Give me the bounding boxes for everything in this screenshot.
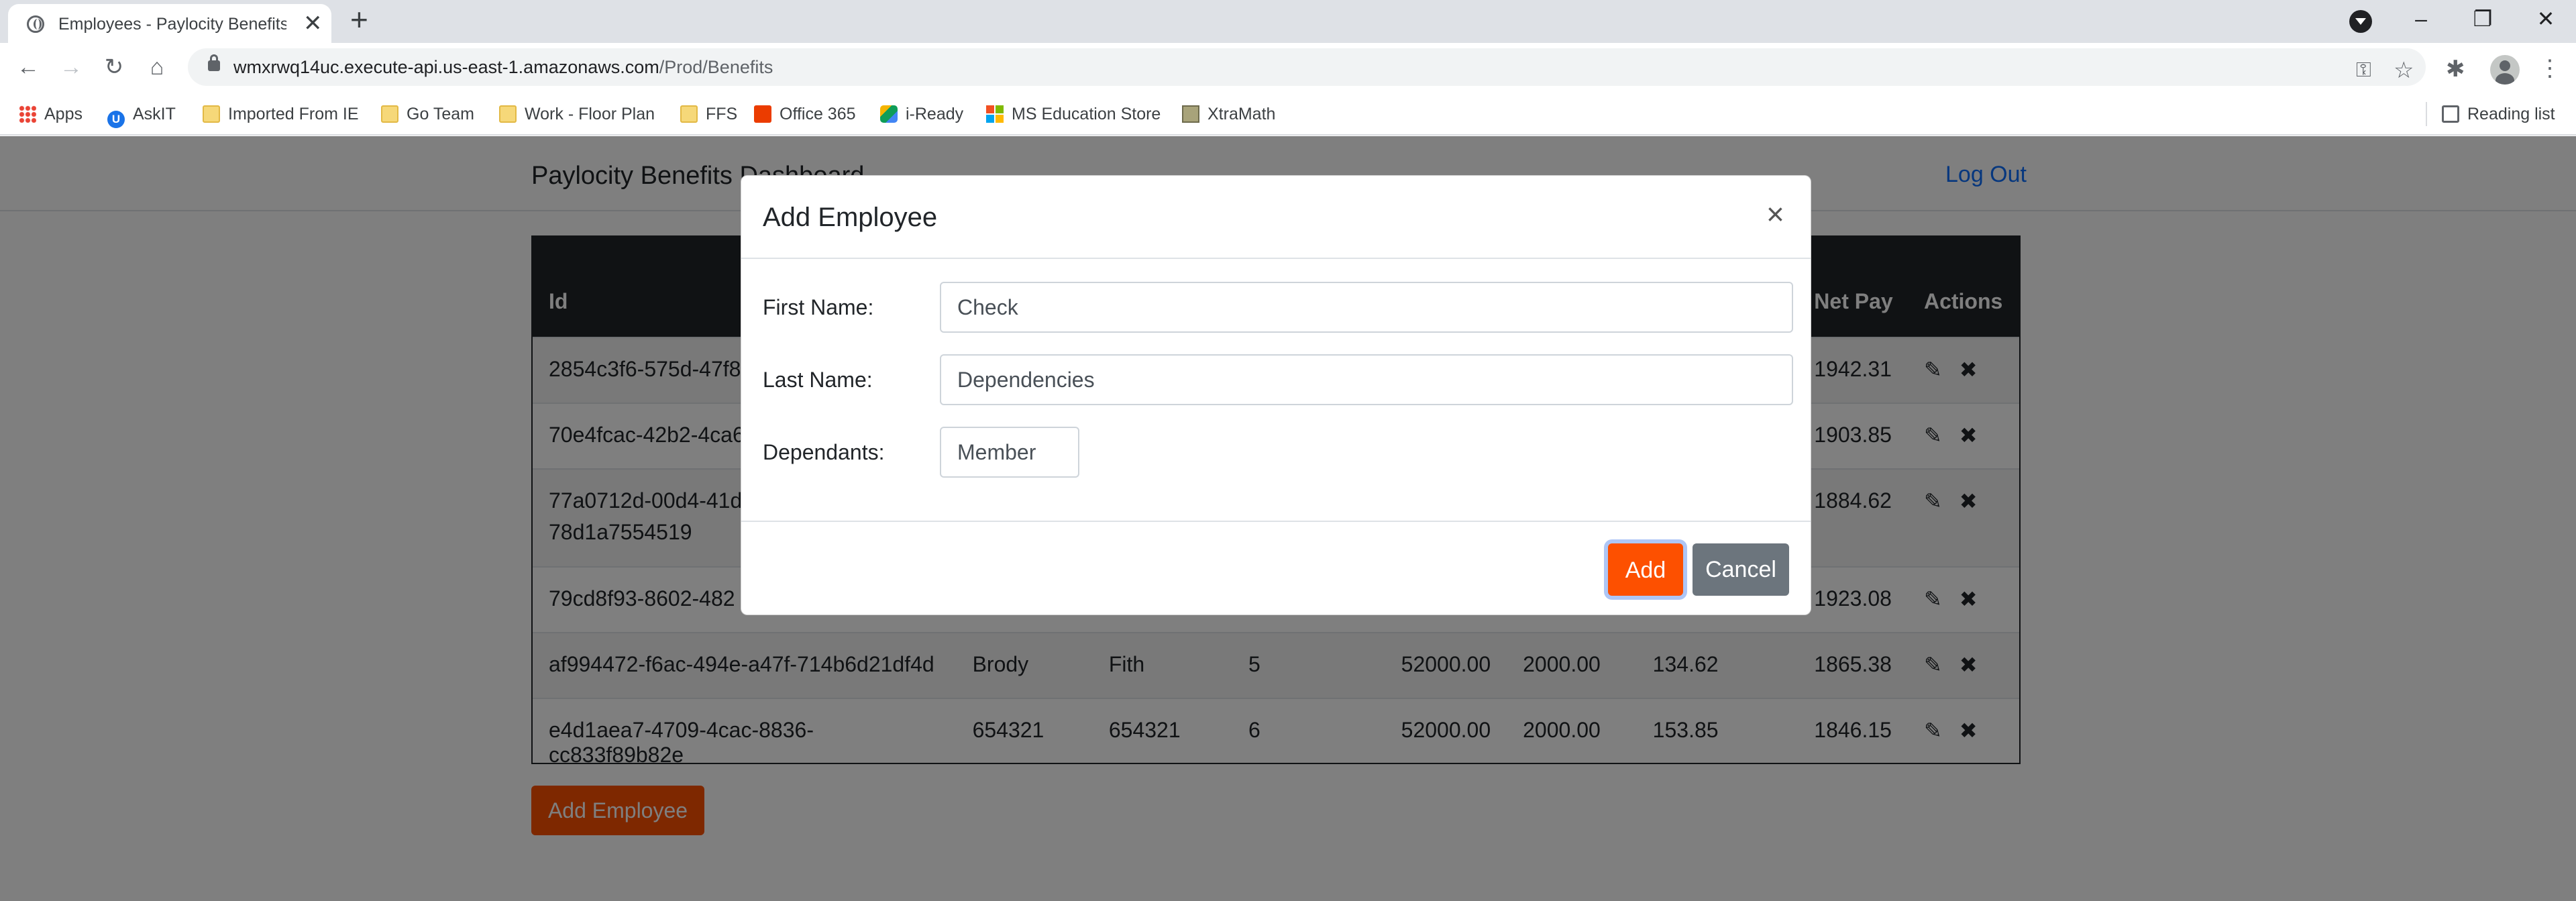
bookmark-label: AskIT xyxy=(133,105,176,123)
dependants-input[interactable]: Member xyxy=(940,427,1079,478)
close-window-icon[interactable]: ✕ xyxy=(2529,5,2563,32)
bookmark-apps[interactable]: Apps xyxy=(19,103,83,125)
url-host: wmxrwq14uc.execute-api.us-east-1.amazona… xyxy=(233,57,659,77)
folder-icon xyxy=(381,105,398,123)
bookmark-office-365[interactable]: Office 365 xyxy=(754,103,856,125)
i-ready-icon xyxy=(880,105,898,123)
url-path: /Prod/Benefits xyxy=(659,57,773,77)
close-icon[interactable]: × xyxy=(1766,199,1784,229)
last-name-row: Last Name: Dependencies xyxy=(763,354,1793,407)
home-icon[interactable]: ⌂ xyxy=(141,52,173,82)
reading-list-icon xyxy=(2442,105,2459,123)
apps-grid-icon xyxy=(19,105,36,123)
profile-avatar-icon[interactable] xyxy=(2490,55,2520,85)
bookmark-label: Apps xyxy=(44,105,83,123)
folder-icon xyxy=(499,105,517,123)
dependants-label: Dependants: xyxy=(763,440,885,464)
bookmark-label: Office 365 xyxy=(780,105,856,123)
tab-title: Employees - Paylocity Benefits Dashboard xyxy=(58,15,286,34)
xtramath-icon xyxy=(1182,105,1199,123)
url-text: wmxrwq14uc.execute-api.us-east-1.amazona… xyxy=(233,57,773,78)
tab-strip: Employees - Paylocity Benefits Dashboard… xyxy=(0,0,2576,43)
new-tab-button[interactable]: + xyxy=(350,4,368,35)
bookmark-go-team[interactable]: Go Team xyxy=(381,103,474,125)
browser-toolbar: ← → ↻ ⌂ wmxrwq14uc.execute-api.us-east-1… xyxy=(0,43,2576,93)
folder-icon xyxy=(680,105,698,123)
extensions-puzzle-icon[interactable]: ✱ xyxy=(2446,58,2465,81)
forward-arrow-icon[interactable]: → xyxy=(55,52,87,82)
tab-search-icon[interactable] xyxy=(2349,10,2372,33)
dependants-row: Dependants: Member xyxy=(763,427,1793,479)
microsoft-icon xyxy=(986,105,1004,123)
reading-list-label: Reading list xyxy=(2467,105,2555,123)
tab-close-icon[interactable]: ✕ xyxy=(303,12,323,35)
office-365-icon xyxy=(754,105,771,123)
back-arrow-icon[interactable]: ← xyxy=(12,52,44,82)
bookmark-imported-from-ie[interactable]: Imported From IE xyxy=(203,103,359,125)
askit-icon: U xyxy=(107,111,125,128)
restore-icon[interactable]: ❐ xyxy=(2466,5,2500,32)
bookmark-label: Imported From IE xyxy=(228,105,359,123)
add-employee-modal: Add Employee × First Name: Check Last Na… xyxy=(741,175,1811,615)
lock-icon[interactable] xyxy=(208,54,220,71)
reading-list[interactable]: Reading list xyxy=(2442,103,2555,125)
bookmark-label: XtraMath xyxy=(1208,105,1276,123)
bookmark-label: Work - Floor Plan xyxy=(525,105,655,123)
bookmark-label: i-Ready xyxy=(906,105,964,123)
bookmark-work-floor-plan[interactable]: Work - Floor Plan xyxy=(499,103,655,125)
first-name-row: First Name: Check xyxy=(763,282,1793,334)
bookmark-label: Go Team xyxy=(407,105,474,123)
globe-icon xyxy=(27,15,44,33)
kebab-menu-icon[interactable]: ⋮ xyxy=(2538,55,2561,82)
modal-header: Add Employee × xyxy=(741,176,1811,259)
modal-footer: Add Cancel xyxy=(741,521,1811,616)
bookmarks-bar: Apps U AskIT Imported From IE Go Team Wor… xyxy=(0,93,2576,136)
bookmark-askit[interactable]: U AskIT xyxy=(107,103,176,128)
address-bar[interactable]: wmxrwq14uc.execute-api.us-east-1.amazona… xyxy=(188,48,2426,86)
modal-title: Add Employee xyxy=(763,203,938,232)
first-name-label: First Name: xyxy=(763,295,874,319)
folder-icon xyxy=(203,105,220,123)
bookmark-star-icon[interactable]: ☆ xyxy=(2394,59,2414,82)
bookmark-separator xyxy=(2426,102,2427,126)
reload-icon[interactable]: ↻ xyxy=(98,52,130,82)
bookmark-xtramath[interactable]: XtraMath xyxy=(1182,103,1275,125)
cancel-button[interactable]: Cancel xyxy=(1693,543,1789,596)
bookmark-label: MS Education Store xyxy=(1012,105,1161,123)
minimize-icon[interactable]: – xyxy=(2404,5,2438,32)
bookmark-i-ready[interactable]: i-Ready xyxy=(880,103,963,125)
last-name-input[interactable]: Dependencies xyxy=(940,354,1793,405)
add-button[interactable]: Add xyxy=(1608,543,1683,596)
bookmark-ffs[interactable]: FFS xyxy=(680,103,737,125)
browser-tab[interactable]: Employees - Paylocity Benefits Dashboard… xyxy=(8,4,331,43)
bookmark-label: FFS xyxy=(706,105,738,123)
bookmark-ms-education-store[interactable]: MS Education Store xyxy=(986,103,1161,125)
key-icon[interactable]: ⚿ xyxy=(2356,60,2371,81)
last-name-label: Last Name: xyxy=(763,368,873,392)
first-name-input[interactable]: Check xyxy=(940,282,1793,333)
